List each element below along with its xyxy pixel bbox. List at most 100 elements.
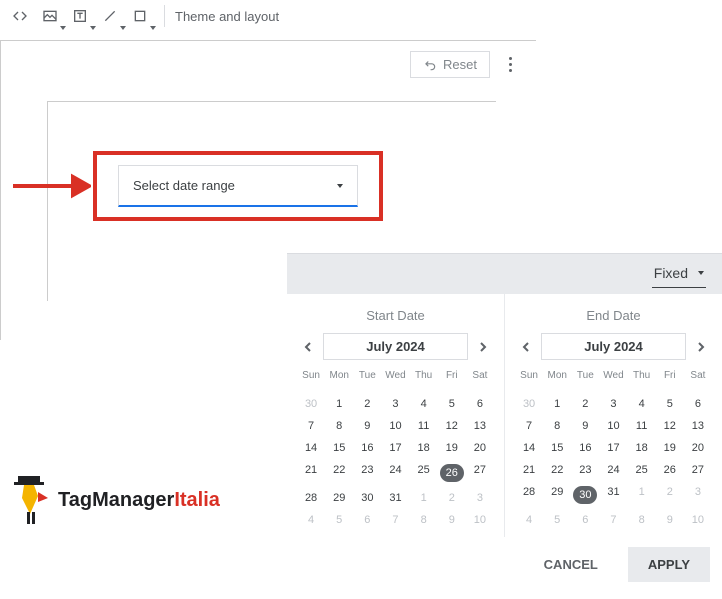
calendar-day[interactable]: 24 [381, 459, 409, 487]
calendar-day[interactable]: 5 [325, 509, 353, 531]
calendar-day[interactable]: 9 [438, 509, 466, 531]
calendar-day[interactable]: 18 [628, 437, 656, 459]
calendar-day[interactable]: 2 [353, 393, 381, 415]
calendar-day[interactable]: 25 [628, 459, 656, 481]
apply-button[interactable]: APPLY [628, 547, 710, 582]
image-tool[interactable] [36, 2, 64, 30]
calendar-day[interactable]: 20 [466, 437, 494, 459]
calendar-day[interactable]: 6 [353, 509, 381, 531]
calendar-day[interactable]: 10 [381, 415, 409, 437]
shape-tool[interactable] [126, 2, 154, 30]
calendar-day[interactable]: 5 [543, 509, 571, 531]
calendar-day[interactable]: 14 [297, 437, 325, 459]
calendar-day[interactable]: 30 [297, 393, 325, 415]
calendar-day[interactable]: 8 [325, 415, 353, 437]
calendar-day[interactable]: 14 [515, 437, 543, 459]
calendar-day[interactable]: 7 [381, 509, 409, 531]
calendar-day[interactable]: 17 [599, 437, 627, 459]
calendar-day[interactable]: 5 [438, 393, 466, 415]
theme-layout-button[interactable]: Theme and layout [175, 9, 279, 24]
more-options-button[interactable] [498, 57, 522, 72]
calendar-day[interactable]: 31 [599, 481, 627, 509]
calendar-day[interactable]: 10 [684, 509, 712, 531]
calendar-day[interactable]: 2 [438, 487, 466, 509]
calendar-day[interactable]: 16 [353, 437, 381, 459]
calendar-day[interactable]: 28 [297, 487, 325, 509]
calendar-day[interactable]: 13 [684, 415, 712, 437]
calendar-day[interactable]: 6 [684, 393, 712, 415]
calendar-day[interactable]: 3 [381, 393, 409, 415]
calendar-day[interactable]: 8 [628, 509, 656, 531]
calendar-day[interactable]: 13 [466, 415, 494, 437]
calendar-day[interactable]: 2 [656, 481, 684, 509]
calendar-day[interactable]: 17 [381, 437, 409, 459]
calendar-day[interactable]: 18 [410, 437, 438, 459]
cancel-button[interactable]: CANCEL [524, 547, 618, 582]
calendar-day[interactable]: 31 [381, 487, 409, 509]
calendar-day[interactable]: 9 [571, 415, 599, 437]
calendar-day[interactable]: 30 [515, 393, 543, 415]
prev-month-button[interactable] [297, 336, 319, 358]
calendar-day[interactable]: 3 [684, 481, 712, 509]
calendar-day[interactable]: 27 [684, 459, 712, 481]
calendar-day[interactable]: 15 [325, 437, 353, 459]
calendar-day[interactable]: 22 [543, 459, 571, 481]
reset-button[interactable]: Reset [410, 51, 490, 78]
calendar-day[interactable]: 1 [628, 481, 656, 509]
code-tool[interactable] [6, 2, 34, 30]
calendar-day[interactable]: 15 [543, 437, 571, 459]
calendar-day[interactable]: 7 [515, 415, 543, 437]
calendar-day[interactable]: 24 [599, 459, 627, 481]
calendar-day[interactable]: 16 [571, 437, 599, 459]
calendar-day[interactable]: 11 [410, 415, 438, 437]
calendar-day[interactable]: 7 [599, 509, 627, 531]
calendar-day[interactable]: 29 [543, 481, 571, 509]
calendar-day[interactable]: 12 [656, 415, 684, 437]
start-month-select[interactable]: July 2024 [323, 333, 468, 360]
date-range-control[interactable]: Select date range [118, 165, 358, 207]
calendar-day[interactable]: 4 [410, 393, 438, 415]
next-month-button[interactable] [690, 336, 712, 358]
calendar-day[interactable]: 26 [656, 459, 684, 481]
calendar-day[interactable]: 3 [599, 393, 627, 415]
calendar-day[interactable]: 4 [515, 509, 543, 531]
calendar-day[interactable]: 30 [571, 481, 599, 509]
calendar-day[interactable]: 27 [466, 459, 494, 487]
calendar-day[interactable]: 22 [325, 459, 353, 487]
calendar-day[interactable]: 8 [543, 415, 571, 437]
calendar-day[interactable]: 1 [410, 487, 438, 509]
calendar-day[interactable]: 30 [353, 487, 381, 509]
calendar-day[interactable]: 4 [297, 509, 325, 531]
calendar-day[interactable]: 4 [628, 393, 656, 415]
prev-month-button[interactable] [515, 336, 537, 358]
calendar-day[interactable]: 23 [571, 459, 599, 481]
calendar-day[interactable]: 9 [353, 415, 381, 437]
calendar-day[interactable]: 11 [628, 415, 656, 437]
calendar-day[interactable]: 3 [466, 487, 494, 509]
calendar-day[interactable]: 6 [571, 509, 599, 531]
calendar-day[interactable]: 25 [410, 459, 438, 487]
text-tool[interactable] [66, 2, 94, 30]
calendar-day[interactable]: 10 [599, 415, 627, 437]
calendar-day[interactable]: 5 [656, 393, 684, 415]
calendar-day[interactable]: 26 [438, 459, 466, 487]
calendar-day[interactable]: 12 [438, 415, 466, 437]
calendar-day[interactable]: 21 [297, 459, 325, 487]
calendar-day[interactable]: 29 [325, 487, 353, 509]
calendar-day[interactable]: 19 [656, 437, 684, 459]
end-month-select[interactable]: July 2024 [541, 333, 686, 360]
calendar-day[interactable]: 1 [325, 393, 353, 415]
calendar-day[interactable]: 8 [410, 509, 438, 531]
calendar-day[interactable]: 9 [656, 509, 684, 531]
calendar-day[interactable]: 2 [571, 393, 599, 415]
range-type-select[interactable]: Fixed [652, 261, 706, 288]
calendar-day[interactable]: 19 [438, 437, 466, 459]
next-month-button[interactable] [472, 336, 494, 358]
calendar-day[interactable]: 23 [353, 459, 381, 487]
calendar-day[interactable]: 21 [515, 459, 543, 481]
calendar-day[interactable]: 10 [466, 509, 494, 531]
calendar-day[interactable]: 28 [515, 481, 543, 509]
calendar-day[interactable]: 1 [543, 393, 571, 415]
calendar-day[interactable]: 7 [297, 415, 325, 437]
line-tool[interactable] [96, 2, 124, 30]
